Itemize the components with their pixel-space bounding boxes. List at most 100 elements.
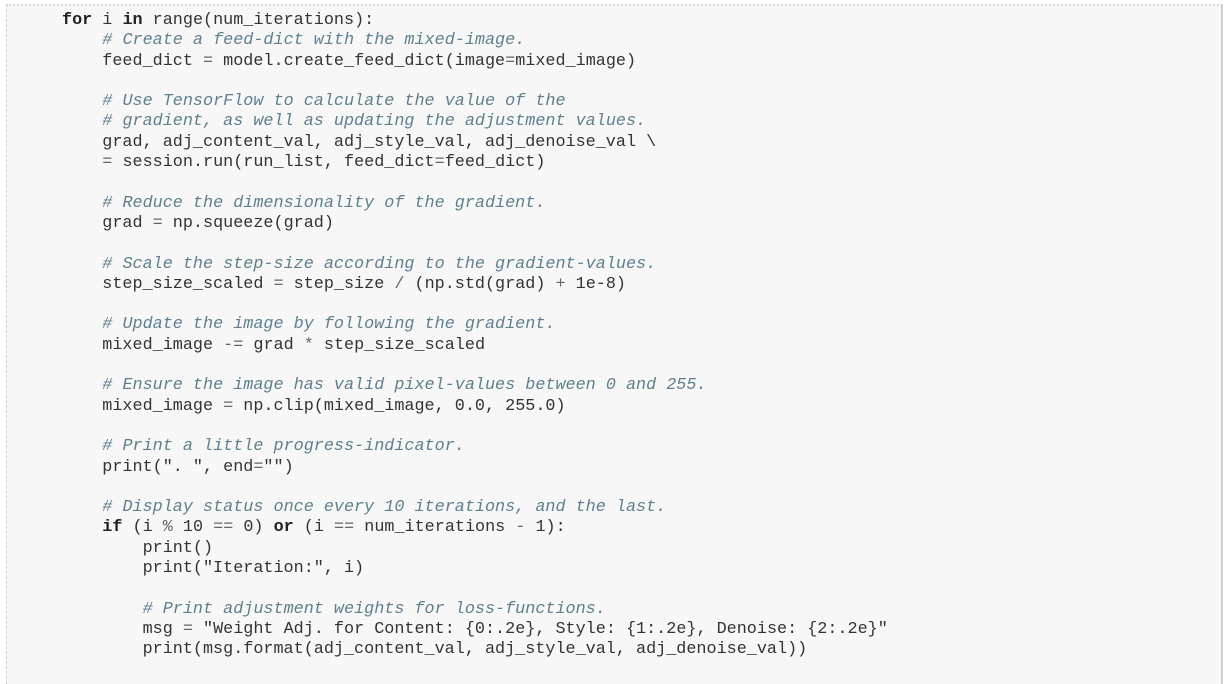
code-text: 1e-8) [565,274,626,294]
code-text: 1): [525,518,566,538]
code-line: # Print adjustment weights for loss-func… [62,600,888,620]
code-text: print(msg.format(adj_content_val, adj_st… [62,640,808,660]
code-text: i [92,11,123,30]
comment: # Reduce the dimensionality of the gradi… [102,193,546,213]
comment: # Use TensorFlow to calculate the value … [102,92,566,112]
comment: # Update the image by following the grad… [102,315,556,335]
keyword: in [122,11,143,30]
keyword: or [273,518,294,538]
comment: # Scale the step-size according to the g… [102,254,657,274]
code-line: print(msg.format(adj_content_val, adj_st… [62,640,888,660]
code-line: step_size_scaled = step_size / (np.std(g… [62,275,888,295]
operator: - [515,518,526,538]
comment: # Display status once every 10 iteration… [102,498,667,518]
code-text: print(". ", end [62,457,254,477]
code-text: mixed_image) [515,51,637,71]
code-text: 0) [233,518,274,538]
operator: * [303,335,314,355]
code-text: grad, adj_content_val, adj_style_val, ad… [62,132,657,152]
operator: == [334,518,355,538]
code-line: if (i % 10 == 0) or (i == num_iterations… [62,518,888,538]
comment: # Ensure the image has valid pixel-value… [102,376,707,396]
code-line: # Use TensorFlow to calculate the value … [62,92,888,112]
code-text: grad [243,335,304,355]
comment: # Print a little progress-indicator. [102,437,465,457]
code-line: print("Iteration:", i) [62,559,888,579]
code-text: grad [62,213,153,233]
code-text: "Weight Adj. for Content: {0:.2e}, Style… [192,619,888,639]
code-line: mixed_image -= grad * step_size_scaled [62,336,888,356]
code-line: # gradient, as well as updating the adju… [62,112,888,132]
code-text: mixed_image [62,335,224,355]
operator: / [394,274,405,294]
code-editor[interactable]: for i in range(num_iterations): # Create… [62,11,888,661]
keyword: if [102,518,123,538]
code-text: np.squeeze(grad) [162,213,334,233]
code-text: feed_dict) [444,153,546,173]
code-line: print() [62,539,888,559]
code-line: # Update the image by following the grad… [62,315,888,335]
code-text: mixed_image [62,396,224,416]
comment: # Print adjustment weights for loss-func… [142,599,606,619]
code-text: print("Iteration:", i) [62,559,365,579]
operator: = [182,619,193,639]
code-text: step_size_scaled [313,335,486,355]
code-text: (np.std(grad) [404,274,556,294]
operator: = [203,51,214,71]
code-line: # Display status once every 10 iteration… [62,498,888,518]
code-text: "") [263,457,294,477]
operator: + [555,274,566,294]
operator: = [102,153,113,173]
operator: -= [223,335,244,355]
operator: = [273,274,284,294]
code-text: np.clip(mixed_image, 0.0, 255.0) [233,396,566,416]
code-line: for i in range(num_iterations): [62,11,888,31]
code-line: grad = np.squeeze(grad) [62,214,888,234]
code-line: feed_dict = model.create_feed_dict(image… [62,52,888,72]
code-line: print(". ", end="") [62,458,888,478]
operator: % [162,518,173,538]
operator: = [434,153,445,173]
code-text: msg [62,619,183,639]
code-line: # Create a feed-dict with the mixed-imag… [62,31,888,51]
code-text: num_iterations [354,518,516,538]
code-line: grad, adj_content_val, adj_style_val, ad… [62,133,888,153]
code-line: # Scale the step-size according to the g… [62,255,888,275]
code-line: msg = "Weight Adj. for Content: {0:.2e},… [62,620,888,640]
code-text: (i [122,518,163,538]
code-line: = session.run(run_list, feed_dict=feed_d… [62,153,888,173]
operator: = [152,213,163,233]
code-text: session.run(run_list, feed_dict [112,153,435,173]
keyword: for [62,11,93,30]
code-line: # Ensure the image has valid pixel-value… [62,376,888,396]
code-text: feed_dict [62,51,203,71]
comment: # gradient, as well as updating the adju… [102,112,647,132]
operator: = [223,396,234,416]
code-text: range(num_iterations): [142,11,375,30]
operator: = [505,51,516,71]
code-text: (i [293,518,335,538]
code-text: step_size_scaled [62,274,274,294]
code-text: 10 [172,518,214,538]
code-cell[interactable]: for i in range(num_iterations): # Create… [6,4,1223,684]
code-text: model.create_feed_dict(image [213,51,506,71]
